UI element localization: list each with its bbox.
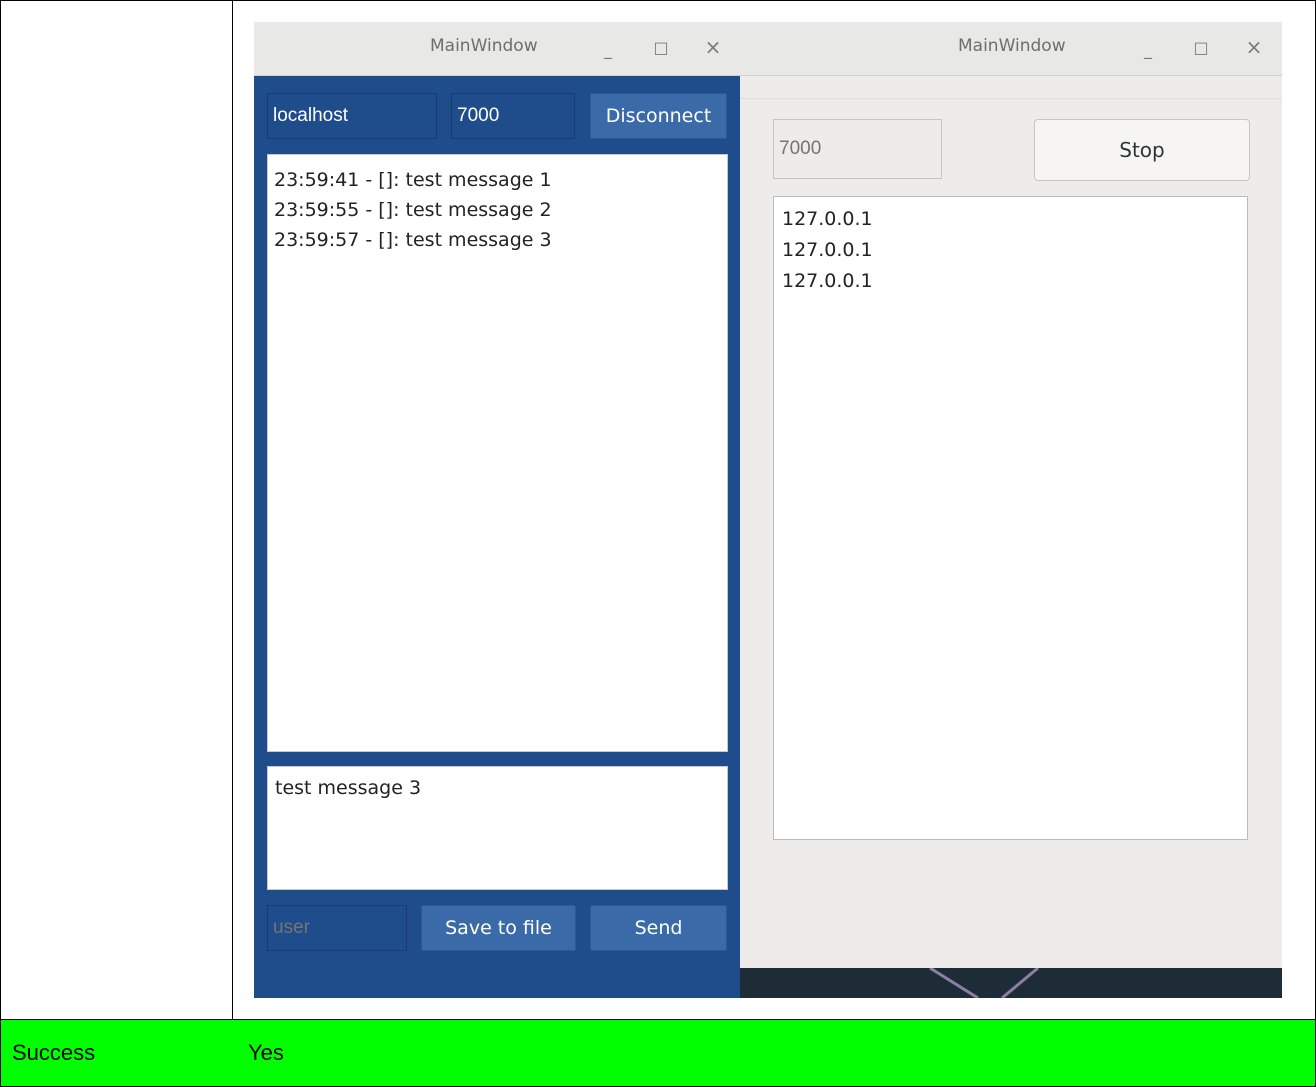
port-input[interactable] [451,93,575,139]
minimize-icon[interactable]: _ [1137,39,1159,61]
disconnect-button[interactable]: Disconnect [590,93,727,139]
message-compose-input[interactable]: test message 3 [267,766,728,890]
close-icon[interactable]: × [702,36,724,58]
maximize-icon[interactable]: □ [650,37,672,59]
client-titlebar[interactable]: MainWindow _ □ × [254,22,740,76]
username-input[interactable] [267,905,407,951]
message-line: 23:59:55 - []: test message 2 [274,199,552,221]
save-to-file-button[interactable]: Save to file [421,905,576,951]
client-list[interactable]: 127.0.0.1 127.0.0.1 127.0.0.1 [773,196,1248,840]
maximize-icon[interactable]: □ [1190,37,1212,59]
server-port-input[interactable] [773,119,942,179]
server-window-title: MainWindow [958,36,1066,56]
stop-button[interactable]: Stop [1034,119,1250,181]
client-ip-item: 127.0.0.1 [782,208,873,230]
result-row [1,1020,1315,1086]
message-line: 23:59:41 - []: test message 1 [274,169,552,191]
result-label: Success [12,1040,96,1065]
close-icon[interactable]: × [1243,36,1265,58]
message-log[interactable]: 23:59:41 - []: test message 1 23:59:55 -… [267,154,728,752]
table-column-divider [232,0,233,1087]
client-window-title: MainWindow [430,36,538,56]
send-button[interactable]: Send [590,905,727,951]
host-input[interactable] [267,93,437,139]
server-titlebar[interactable]: MainWindow _ □ × [740,22,1282,76]
result-value: Yes [248,1040,284,1065]
client-ip-item: 127.0.0.1 [782,239,873,261]
minimize-icon[interactable]: _ [597,39,619,61]
desktop-background [740,968,1282,998]
desktop-wallpaper-graphic [929,968,1039,998]
menubar [740,77,1282,99]
client-ip-item: 127.0.0.1 [782,270,873,292]
message-line: 23:59:57 - []: test message 3 [274,229,552,251]
